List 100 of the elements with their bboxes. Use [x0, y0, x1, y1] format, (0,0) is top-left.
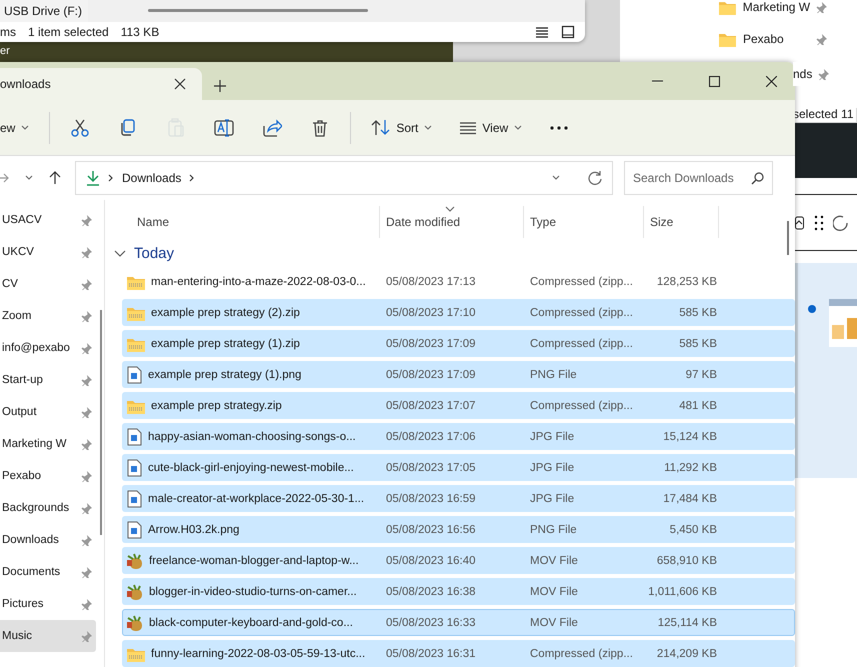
- group-header[interactable]: Today: [134, 244, 174, 262]
- caret-icon: [514, 124, 522, 130]
- refresh-icon[interactable]: [833, 214, 849, 232]
- forward-arrow-icon[interactable]: [0, 172, 9, 184]
- file-row[interactable]: male-creator-at-workplace-2022-05-30-1... 05/08/2023 16:59 JPG File 17,484 KB: [122, 485, 795, 512]
- file-row[interactable]: example prep strategy.zip 05/08/2023 17:07 Compressed (zipp... 481 KB: [122, 392, 795, 419]
- file-row[interactable]: example prep strategy (1).png 05/08/2023 17:09 PNG File 97 KB: [122, 361, 795, 388]
- details-view-icon[interactable]: [535, 25, 549, 39]
- breadcrumb[interactable]: Downloads: [122, 171, 182, 185]
- file-row[interactable]: black-computer-keyboard-and-gold-co... 05/08/2023 16:33 MOV File 125,114 KB: [122, 609, 795, 636]
- up-arrow-icon[interactable]: [49, 171, 61, 185]
- date-modified: 05/08/2023 17:09: [386, 368, 476, 380]
- recent-locations-caret-icon[interactable]: [25, 175, 33, 181]
- pin-icon: [81, 534, 93, 546]
- file-name: blogger-in-video-studio-turns-on-camer...: [149, 586, 357, 598]
- date-modified: 05/08/2023 16:33: [386, 616, 476, 628]
- refresh-icon[interactable]: [588, 171, 602, 185]
- sidebar-item[interactable]: Start-up: [0, 364, 96, 396]
- search-field[interactable]: Search Downloads: [624, 161, 773, 195]
- file-type: JPG File: [530, 462, 574, 474]
- dropdown-caret-icon[interactable]: [552, 175, 560, 181]
- tab[interactable]: ownloads: [0, 68, 202, 100]
- sidebar-item[interactable]: UKCV: [0, 236, 96, 268]
- chevron-down-icon[interactable]: [114, 250, 126, 256]
- file-name: cute-black-girl-enjoying-newest-mobile...: [148, 462, 354, 474]
- quick-access-item[interactable]: Pexabo: [718, 23, 828, 55]
- new-tab-icon[interactable]: [214, 80, 226, 92]
- drive-label: USB Drive (F:): [4, 4, 82, 18]
- sidebar-item[interactable]: Output: [0, 396, 96, 428]
- pin-icon: [81, 502, 93, 514]
- sidebar-item[interactable]: USACV: [0, 204, 96, 236]
- file-name: example prep strategy.zip: [151, 400, 282, 412]
- list-lines-icon: [460, 120, 476, 134]
- pin-icon: [816, 33, 828, 45]
- file-row[interactable]: happy-asian-woman-choosing-songs-o... 05/08/2023 17:06 JPG File 15,124 KB: [122, 423, 795, 450]
- address-bar[interactable]: Downloads: [75, 161, 613, 195]
- sidebar-item[interactable]: Downloads: [0, 524, 96, 556]
- file-name: black-computer-keyboard-and-gold-co...: [149, 616, 353, 628]
- file-row[interactable]: man-entering-into-a-maze-2022-08-03-0... 05/08/2023 17:13 Compressed (zipp... 128,253 KB: [122, 268, 795, 295]
- file-type: Compressed (zipp...: [530, 648, 633, 660]
- column-header[interactable]: Name: [122, 206, 379, 238]
- media-file-icon: [126, 582, 144, 600]
- chevron-right-icon: [108, 174, 114, 182]
- file-size: 5,450 KB: [670, 524, 717, 536]
- column-header[interactable]: Size: [643, 206, 719, 238]
- column-header[interactable]: Date modified: [379, 206, 523, 238]
- file-row[interactable]: cute-black-girl-enjoying-newest-mobile... 05/08/2023 17:05 JPG File 11,292 KB: [122, 454, 795, 481]
- file-row[interactable]: blogger-in-video-studio-turns-on-camer... 05/08/2023 16:38 MOV File 1,011,606 KB: [122, 578, 795, 605]
- sidebar-item[interactable]: Documents: [0, 556, 96, 588]
- sidebar-item[interactable]: Pexabo: [0, 460, 96, 492]
- sidebar-item[interactable]: Backgrounds: [0, 492, 96, 524]
- new-button[interactable]: ew: [0, 110, 44, 144]
- pin-icon: [81, 598, 93, 610]
- image-file-icon: [126, 428, 143, 446]
- close-icon[interactable]: [766, 76, 777, 86]
- sort-arrows-icon: [371, 118, 390, 137]
- file-size: 97 KB: [686, 368, 717, 380]
- pin-icon: [81, 470, 93, 482]
- column-header[interactable]: Type: [523, 206, 643, 238]
- grid-dots-icon[interactable]: [813, 214, 825, 232]
- view-button[interactable]: View: [446, 110, 536, 144]
- quick-access-item[interactable]: Marketing W: [718, 0, 828, 23]
- file-size: 481 KB: [679, 400, 717, 412]
- file-row[interactable]: funny-learning-2022-08-03-05-59-13-utc... 05/08/2023 16:31 Compressed (zipp... 214,209 KB: [122, 640, 795, 667]
- file-size: 214,209 KB: [656, 648, 717, 660]
- image-file-icon: [126, 490, 143, 508]
- sidebar-item[interactable]: CV: [0, 268, 96, 300]
- file-type: JPG File: [530, 492, 574, 504]
- file-size: 1,011,606 KB: [648, 586, 717, 598]
- collapse-icon[interactable]: [795, 214, 805, 230]
- file-row[interactable]: example prep strategy (2).zip 05/08/2023 17:10 Compressed (zipp... 585 KB: [122, 299, 795, 326]
- file-row[interactable]: freelance-woman-blogger-and-laptop-w... 05/08/2023 16:40 MOV File 658,910 KB: [122, 547, 795, 574]
- media-file-icon: [126, 552, 144, 570]
- file-size: 128,253 KB: [656, 276, 717, 288]
- maximize-icon[interactable]: [709, 76, 720, 86]
- download-arrow-icon: [86, 170, 100, 186]
- sidebar-item[interactable]: Pictures: [0, 588, 96, 620]
- date-modified: 05/08/2023 16:59: [386, 492, 476, 504]
- file-name: freelance-woman-blogger-and-laptop-w...: [149, 554, 359, 566]
- sidebar-item[interactable]: Music: [0, 620, 96, 652]
- status-dot: [808, 305, 816, 313]
- file-type: Compressed (zipp...: [530, 276, 633, 288]
- file-size: 11,292 KB: [664, 462, 717, 474]
- date-modified: 05/08/2023 17:06: [386, 430, 476, 442]
- file-type: MOV File: [530, 586, 578, 598]
- date-modified: 05/08/2023 17:05: [386, 462, 476, 474]
- pin-icon: [81, 374, 93, 386]
- pin-icon: [81, 246, 93, 258]
- status-size: 113 KB: [120, 25, 160, 39]
- sidebar-item[interactable]: info@pexabo: [0, 332, 96, 364]
- date-modified: 05/08/2023 16:40: [386, 554, 476, 566]
- tiles-view-icon[interactable]: [561, 25, 575, 39]
- close-icon[interactable]: [174, 78, 186, 90]
- sort-button[interactable]: Sort: [357, 110, 446, 144]
- date-modified: 05/08/2023 17:09: [386, 338, 476, 350]
- sidebar-item[interactable]: Marketing W: [0, 428, 96, 460]
- file-row[interactable]: Arrow.H03.2k.png 05/08/2023 16:56 PNG File 5,450 KB: [122, 516, 795, 543]
- pin-icon: [81, 438, 93, 450]
- file-row[interactable]: example prep strategy (1).zip 05/08/2023 17:09 Compressed (zipp... 585 KB: [122, 330, 795, 357]
- sidebar-item[interactable]: Zoom: [0, 300, 96, 332]
